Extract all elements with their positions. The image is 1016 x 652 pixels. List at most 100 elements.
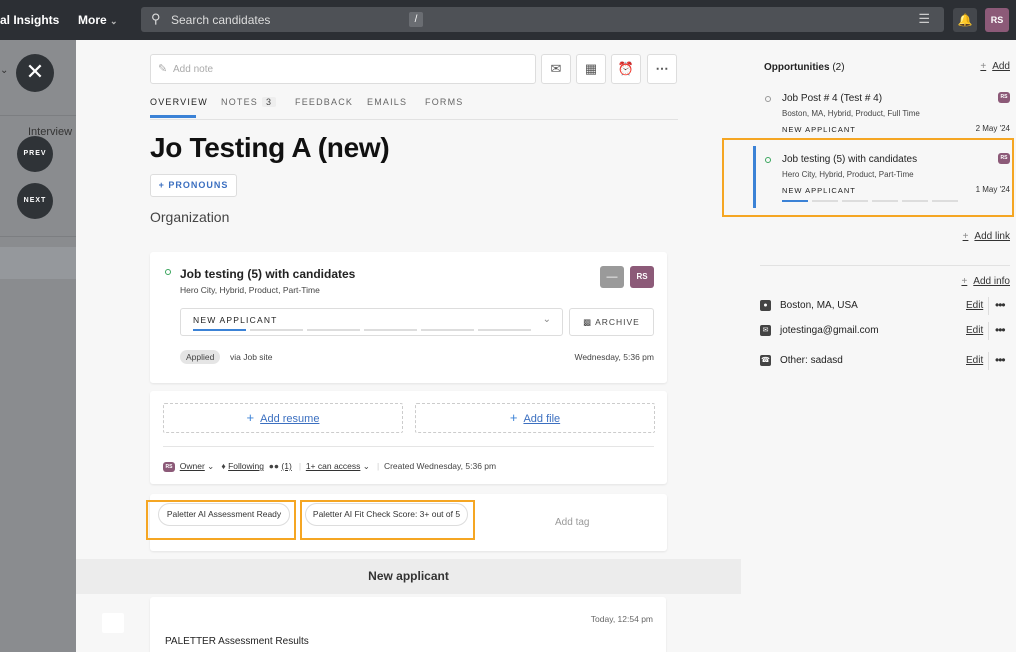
close-icon[interactable]: ✕	[16, 54, 54, 92]
stage-segment	[478, 329, 531, 331]
more-options-icon[interactable]: •••	[995, 353, 1006, 367]
add-link-button[interactable]: + Add link	[963, 231, 1010, 242]
separator	[988, 352, 989, 370]
user-avatar[interactable]: RS	[985, 8, 1009, 32]
next-button[interactable]: NEXT	[17, 183, 53, 219]
owner-dropdown[interactable]: Owner	[180, 461, 205, 471]
add-opportunity-button[interactable]: + Add	[980, 61, 1010, 72]
search-bar[interactable]: ⚲ Search candidates / ☰	[141, 7, 944, 32]
prev-button[interactable]: PREV	[17, 136, 53, 172]
collapse-button[interactable]: —	[600, 266, 624, 288]
more-options-icon[interactable]: •••	[995, 298, 1006, 312]
tags-card: Paletter AI Assessment Ready Paletter AI…	[146, 494, 667, 551]
chevron-down-icon: ⌄	[542, 314, 551, 325]
tab-overview[interactable]: OVERVIEW	[150, 97, 208, 107]
brand-link[interactable]: al Insights	[0, 13, 59, 27]
more-label: More	[78, 13, 107, 27]
phone-icon: ☎	[760, 355, 771, 366]
add-resume-button[interactable]: + Add resume	[163, 403, 403, 433]
calendar-icon[interactable]: ▦	[576, 54, 606, 84]
contact-email: ✉ jotestinga@gmail.com Edit •••	[760, 322, 1016, 341]
email-icon[interactable]: ✉	[541, 54, 571, 84]
right-sidebar: Opportunities (2) + Add Job Post # 4 (Tes…	[722, 40, 1016, 652]
tag-assessment-ready[interactable]: Paletter AI Assessment Ready	[158, 503, 290, 526]
add-resume-label: Add resume	[260, 413, 320, 425]
files-card: + Add resume + Add file RS Owner ⌄ ♦ Follo…	[150, 391, 667, 484]
email-icon: ✉	[760, 325, 771, 336]
add-opportunity-label: Add	[992, 61, 1010, 72]
add-tag-input[interactable]: Add tag	[555, 517, 589, 528]
archive-label: ARCHIVE	[595, 317, 640, 327]
edit-button[interactable]: Edit	[966, 300, 983, 311]
edit-button[interactable]: Edit	[966, 355, 983, 366]
edit-button[interactable]: Edit	[966, 325, 983, 336]
assessment-card: Today, 12:54 pm PALETTER Assessment Resu…	[150, 597, 666, 652]
stage-label: NEW APPLICANT	[193, 315, 278, 325]
stage-segment	[842, 200, 868, 202]
more-options-icon[interactable]: ⋯	[647, 54, 677, 84]
chevron-icon: ⌄	[0, 65, 9, 76]
location-icon: ●	[760, 300, 771, 311]
archive-button[interactable]: ▩ ARCHIVE	[569, 308, 654, 336]
opportunity-item-selected[interactable]: Job testing (5) with candidates Hero Cit…	[760, 153, 1010, 206]
plus-icon: +	[961, 276, 968, 287]
stage-segment	[812, 200, 838, 202]
created-text: Created Wednesday, 5:36 pm	[383, 461, 497, 471]
add-file-label: Add file	[523, 413, 561, 425]
divider	[0, 236, 76, 237]
opportunity-item-title: Job Post # 4 (Test # 4)	[782, 93, 883, 104]
status-dot-icon	[765, 96, 771, 102]
opportunity-item-subtitle: Hero City, Hybrid, Product, Part-Time	[782, 170, 914, 179]
stage-segment	[872, 200, 898, 202]
checkbox[interactable]	[102, 613, 124, 633]
left-pane: ⌄ Interview ✕ PREV NEXT	[0, 40, 76, 652]
status-dot-icon	[165, 269, 171, 275]
filter-icon[interactable]: ☰	[918, 11, 930, 27]
top-bar: al Insights More ⌄ ⚲ Search candidates /…	[0, 0, 1016, 40]
opportunity-item-stage: NEW APPLICANT	[782, 125, 856, 134]
search-placeholder: Search candidates	[171, 13, 271, 27]
tab-notes[interactable]: NOTES 3	[221, 97, 277, 107]
bell-icon[interactable]: 🔔	[953, 8, 977, 32]
add-pronouns-button[interactable]: + PRONOUNS	[150, 174, 237, 197]
more-menu[interactable]: More ⌄	[78, 13, 118, 27]
status-badge: Applied	[180, 350, 221, 364]
following-toggle[interactable]: Following	[228, 461, 264, 471]
tab-feedback[interactable]: FEEDBACK	[295, 97, 353, 107]
note-placeholder: Add note	[173, 64, 214, 75]
contact-value: Other: sadasd	[780, 355, 843, 366]
tab-notes-label: NOTES	[221, 97, 259, 107]
opportunity-item-avatar: RS	[998, 153, 1010, 164]
opportunity-item[interactable]: Job Post # 4 (Test # 4) Boston, MA, Hybr…	[760, 92, 1010, 135]
contact-value: Boston, MA, USA	[780, 300, 858, 311]
owner-avatar[interactable]: RS	[630, 266, 654, 288]
stage-select[interactable]: NEW APPLICANT ⌄	[180, 308, 563, 336]
plus-icon: +	[980, 61, 987, 72]
tab-emails[interactable]: EMAILS	[367, 97, 407, 107]
tag-fit-check-score[interactable]: Paletter AI Fit Check Score: 3+ out of 5	[305, 503, 468, 526]
access-dropdown[interactable]: 1+ can access	[306, 461, 361, 471]
tab-forms[interactable]: FORMS	[425, 97, 464, 107]
stage-segment	[250, 329, 303, 331]
applied-timestamp: Wednesday, 5:36 pm	[574, 352, 654, 362]
plus-icon: +	[962, 231, 969, 242]
alarm-icon[interactable]: ⏰	[611, 54, 641, 84]
source-text: via Job site	[230, 352, 273, 362]
archive-icon: ▩	[583, 317, 593, 327]
divider	[0, 115, 76, 116]
contact-location: ● Boston, MA, USA Edit •••	[760, 297, 1016, 316]
followers-count[interactable]: (1)	[281, 461, 291, 471]
timestamp: Today, 12:54 pm	[590, 614, 653, 624]
add-file-button[interactable]: + Add file	[415, 403, 655, 433]
separator: |	[298, 461, 302, 471]
search-icon: ⚲	[151, 11, 161, 26]
separator	[988, 297, 989, 315]
candidate-profile: ✎ Add note ✉ ▦ ⏰ ⋯ OVERVIEW NOTES 3 FEEDB…	[76, 40, 1016, 652]
selected-row[interactable]	[0, 247, 76, 279]
active-tab-indicator	[150, 115, 196, 118]
opportunity-title[interactable]: Job testing (5) with candidates	[180, 267, 355, 281]
add-note-input[interactable]: ✎ Add note	[150, 54, 536, 84]
add-info-button[interactable]: + Add info	[961, 276, 1010, 287]
more-options-icon[interactable]: •••	[995, 323, 1006, 337]
opportunity-subtitle: Hero City, Hybrid, Product, Part-Time	[180, 285, 320, 295]
